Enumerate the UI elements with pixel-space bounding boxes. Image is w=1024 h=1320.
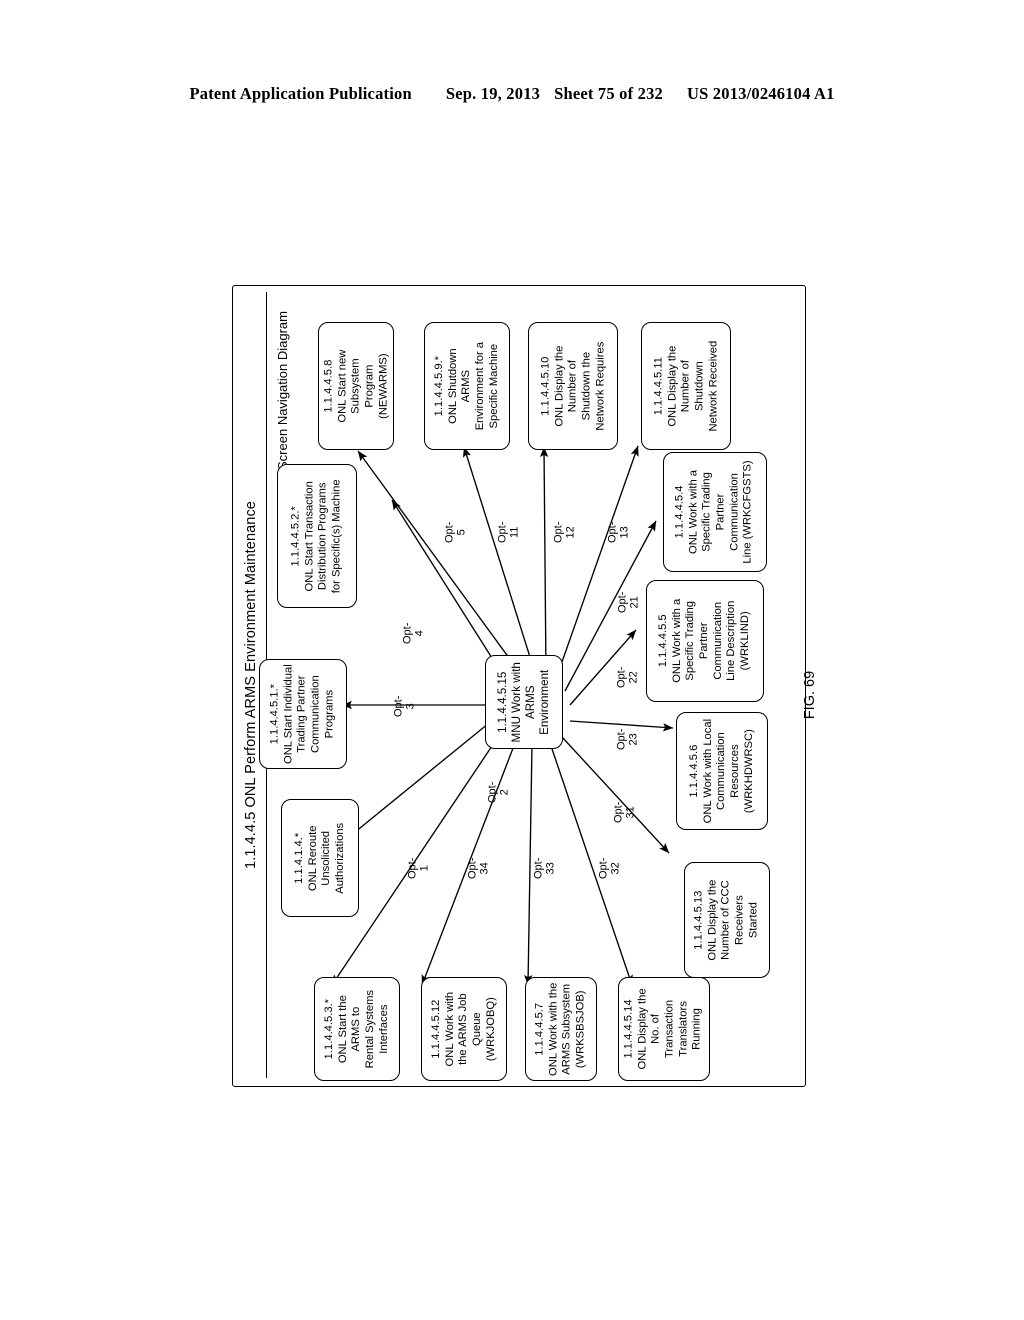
node-label-wrap: 1.1.4.4.5.10 ONL Display the Number of S… xyxy=(529,342,617,431)
publication-label: Patent Application Publication xyxy=(189,84,412,103)
node-text: 1.1.4.4.5.7 ONL Work with the ARMS Subsy… xyxy=(533,982,587,1076)
node-text: 1.1.4.4.5.14 ONL Display the No. of Tran… xyxy=(623,988,704,1070)
node-1-1-4-4-5-7[interactable]: 1.1.4.4.5.7 ONL Work with the ARMS Subsy… xyxy=(525,977,597,1081)
opt-label-5: Opt- 5 xyxy=(434,515,478,549)
opt-label-2: Opt- 2 xyxy=(477,775,521,809)
hub-text: 1.1.4.4.5.15 MNU Work with ARMS Environm… xyxy=(495,661,552,743)
opt-text: Opt- 11 xyxy=(496,521,521,543)
node-1-1-4-4-5-1[interactable]: 1.1.4.4.5.1.* ONL Start Individual Tradi… xyxy=(259,659,347,769)
node-label-wrap: 1.1.4.4.5.8 ONL Start new Subsystem Prog… xyxy=(320,349,393,423)
opt-text: Opt- 3 xyxy=(392,695,417,717)
figure-caption-text: FIG. 69 xyxy=(802,670,819,720)
opt-text: Opt- 21 xyxy=(616,591,641,613)
node-text: 1.1.4.4.5.6 ONL Work with Local Communic… xyxy=(687,718,755,824)
opt-text: Opt- 2 xyxy=(486,781,511,803)
node-label-wrap: 1.1.4.4.5.6 ONL Work with Local Communic… xyxy=(677,719,767,823)
opt-text: Opt- 33 xyxy=(532,857,557,879)
opt-label-31: Opt- 31 xyxy=(603,795,647,829)
node-1-1-4-4-5-2[interactable]: 1.1.4.4.5.2.* ONL Start Transaction Dist… xyxy=(277,464,357,608)
opt-label-13: Opt- 13 xyxy=(597,515,641,549)
opt-label-1: Opt- 1 xyxy=(397,851,441,885)
node-1-1-4-4-5-10[interactable]: 1.1.4.4.5.10 ONL Display the Number of S… xyxy=(528,322,618,450)
node-1-1-4-4-5-4[interactable]: 1.1.4.4.5.4 ONL Work with a Specific Tra… xyxy=(663,452,767,572)
node-label-wrap: 1.1.4.4.5.9.* ONL Shutdown ARMS Environm… xyxy=(425,342,509,430)
node-label-wrap: 1.1.4.4.5.2.* ONL Start Transaction Dist… xyxy=(278,479,356,593)
node-1-1-4-4-5-3[interactable]: 1.1.4.4.5.3.* ONL Start the ARMS to Rent… xyxy=(314,977,400,1081)
node-text: 1.1.4.4.5.9.* ONL Shutdown ARMS Environm… xyxy=(432,341,500,431)
node-1-1-4-4-5-13[interactable]: 1.1.4.4.5.13 ONL Display the Number of C… xyxy=(684,862,770,978)
node-label-wrap: 1.1.4.4.5.14 ONL Display the No. of Tran… xyxy=(623,988,704,1070)
opt-text: Opt- 31 xyxy=(612,801,637,823)
opt-text: Opt- 1 xyxy=(406,857,431,879)
node-text: 1.1.4.4.5.10 ONL Display the Number of S… xyxy=(538,341,606,431)
patent-number: US 2013/0246104 A1 xyxy=(686,84,835,103)
opt-text: Opt- 12 xyxy=(552,521,577,543)
node-text: 1.1.4.4.5.11 ONL Display the Number of S… xyxy=(651,340,719,432)
opt-text: Opt- 5 xyxy=(443,521,468,543)
node-label-wrap: 1.1.4.4.5.7 ONL Work with the ARMS Subsy… xyxy=(526,982,596,1075)
opt-label-23: Opt- 23 xyxy=(606,722,650,756)
node-1-1-4-4-5-5[interactable]: 1.1.4.4.5.5 ONL Work with a Specific Tra… xyxy=(646,580,764,702)
node-text: 1.1.4.4.5.8 ONL Start new Subsystem Prog… xyxy=(321,349,389,423)
opt-text: Opt- 13 xyxy=(606,521,631,543)
opt-label-32: Opt- 32 xyxy=(588,851,632,885)
node-1-1-4-4-5-12[interactable]: 1.1.4.4.5.12 ONL Work with the ARMS Job … xyxy=(421,977,507,1081)
node-text: 1.1.4.1.4.* ONL Reroute Unsolicited Auth… xyxy=(292,822,346,894)
node-label-wrap: 1.1.4.1.4.* ONL Reroute Unsolicited Auth… xyxy=(285,823,356,894)
opt-text: Opt- 23 xyxy=(615,728,640,750)
node-1-1-4-1-4[interactable]: 1.1.4.1.4.* ONL Reroute Unsolicited Auth… xyxy=(281,799,359,917)
sheet-number: Sheet 75 of 232 xyxy=(554,84,663,103)
node-1-1-4-4-5-14[interactable]: 1.1.4.4.5.14 ONL Display the No. of Tran… xyxy=(618,977,710,1081)
node-label-wrap: 1.1.4.4.5.1.* ONL Start Individual Tradi… xyxy=(260,664,346,764)
hub-label-wrap: 1.1.4.4.5.15 MNU Work with ARMS Environm… xyxy=(486,662,562,742)
node-text: 1.1.4.4.5.5 ONL Work with a Specific Tra… xyxy=(657,599,752,683)
node-label-wrap: 1.1.4.4.5.3.* ONL Start the ARMS to Rent… xyxy=(318,990,396,1068)
page-header: Patent Application Publication Sep. 19, … xyxy=(0,84,1024,112)
node-label-wrap: 1.1.4.4.5.4 ONL Work with a Specific Tra… xyxy=(664,460,766,563)
node-1-1-4-4-5-9[interactable]: 1.1.4.4.5.9.* ONL Shutdown ARMS Environm… xyxy=(424,322,510,450)
publication-date: Sep. 19, 2013 xyxy=(445,84,541,103)
node-text: 1.1.4.4.5.13 ONL Display the Number of C… xyxy=(692,879,760,961)
node-text: 1.1.4.4.5.2.* ONL Start Transaction Dist… xyxy=(289,479,343,593)
opt-label-3: Opt- 3 xyxy=(383,689,427,723)
node-label-wrap: 1.1.4.4.5.5 ONL Work with a Specific Tra… xyxy=(657,593,751,689)
opt-text: Opt- 22 xyxy=(615,666,640,688)
opt-label-11: Opt- 11 xyxy=(487,515,531,549)
opt-label-4: Opt- 4 xyxy=(392,616,436,650)
node-label-wrap: 1.1.4.4.5.11 ONL Display the Number of S… xyxy=(642,341,730,432)
opt-text: Opt- 4 xyxy=(401,622,426,644)
node-text: 1.1.4.4.5.1.* ONL Start Individual Tradi… xyxy=(268,664,336,764)
opt-text: Opt- 32 xyxy=(597,857,622,879)
node-text: 1.1.4.4.5.3.* ONL Start the ARMS to Rent… xyxy=(322,989,390,1069)
node-label-wrap: 1.1.4.4.5.12 ONL Work with the ARMS Job … xyxy=(427,992,502,1067)
opt-label-34: Opt- 34 xyxy=(457,851,501,885)
node-1-1-4-4-5-8[interactable]: 1.1.4.4.5.8 ONL Start new Subsystem Prog… xyxy=(318,322,394,450)
node-label-wrap: 1.1.4.4.5.13 ONL Display the Number of C… xyxy=(686,879,767,960)
opt-text: Opt- 34 xyxy=(466,857,491,879)
opt-label-12: Opt- 12 xyxy=(543,515,587,549)
node-1-1-4-4-5-11[interactable]: 1.1.4.4.5.11 ONL Display the Number of S… xyxy=(641,322,731,450)
hub-node-1-1-4-4-5-15[interactable]: 1.1.4.4.5.15 MNU Work with ARMS Environm… xyxy=(485,655,563,749)
opt-label-21: Opt- 21 xyxy=(607,585,651,619)
opt-label-33: Opt- 33 xyxy=(523,851,567,885)
opt-label-22: Opt- 22 xyxy=(606,660,650,694)
node-1-1-4-4-5-6[interactable]: 1.1.4.4.5.6 ONL Work with Local Communic… xyxy=(676,712,768,830)
node-text: 1.1.4.4.5.12 ONL Work with the ARMS Job … xyxy=(429,991,497,1067)
node-text: 1.1.4.4.5.4 ONL Work with a Specific Tra… xyxy=(674,460,755,564)
